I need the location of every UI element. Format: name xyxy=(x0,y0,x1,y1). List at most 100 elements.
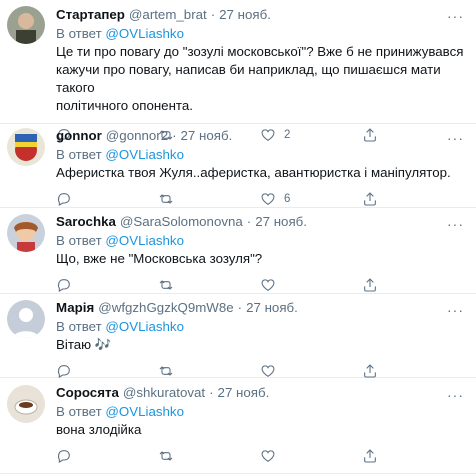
like-count: 6 xyxy=(284,193,291,205)
mention-link[interactable]: @OVLiashko xyxy=(105,404,184,419)
reply-prefix: В ответ xyxy=(56,26,102,41)
heart-icon xyxy=(261,193,275,205)
retweet-button[interactable] xyxy=(158,277,260,293)
avatar[interactable] xyxy=(7,128,45,166)
tweet-header: Марія @wfgzhGgzkQ9mW8e · 27 нояб. xyxy=(56,297,464,317)
more-options-icon[interactable]: ··· xyxy=(447,9,464,23)
timestamp[interactable]: 27 нояб. xyxy=(181,128,233,143)
timestamp[interactable]: 27 нояб. xyxy=(246,300,298,315)
reply-button[interactable] xyxy=(56,363,158,379)
user-handle[interactable]: @wfgzhGgzkQ9mW8e xyxy=(98,300,233,315)
reply-icon xyxy=(57,365,70,378)
heart-icon xyxy=(261,450,275,462)
separator-dot: · xyxy=(237,299,243,315)
like-button[interactable] xyxy=(260,363,362,379)
reply-context: В ответ @OVLiashko xyxy=(56,145,464,164)
avatar[interactable] xyxy=(7,300,45,338)
retweet-icon xyxy=(159,451,173,461)
timestamp[interactable]: 27 нояб. xyxy=(219,7,271,22)
tweet-header: gonnor @gonnor2 · 27 нояб. xyxy=(56,125,464,145)
tweet-text: Вітаю 🎶 xyxy=(56,336,464,354)
tweet-text: Що, вже не "Московська зозуля"? xyxy=(56,250,464,268)
avatar[interactable] xyxy=(7,214,45,252)
share-icon xyxy=(364,278,376,292)
mention-link[interactable]: @OVLiashko xyxy=(105,26,184,41)
reply-button[interactable] xyxy=(56,277,158,293)
tweet-text-line: кажучи про повагу, написав би наприклад,… xyxy=(56,62,441,95)
retweet-button[interactable] xyxy=(158,363,260,379)
display-name[interactable]: Стартапер xyxy=(56,7,125,22)
like-button[interactable] xyxy=(260,277,362,293)
reply-tweet[interactable]: gonnor @gonnor2 · 27 нояб. ··· В ответ @… xyxy=(0,124,476,208)
reply-context: В ответ @OVLiashko xyxy=(56,317,464,336)
user-handle[interactable]: @shkuratovat xyxy=(123,385,205,400)
reply-icon xyxy=(57,193,70,206)
tweet-text-line: Це ти про повагу до "зозулі московської"… xyxy=(56,44,464,59)
tweet-text-line: Вітаю 🎶 xyxy=(56,337,112,352)
retweet-icon xyxy=(159,194,173,204)
heart-icon xyxy=(261,279,275,291)
timestamp[interactable]: 27 нояб. xyxy=(255,214,307,229)
reply-icon xyxy=(57,450,70,463)
reply-context: В ответ @OVLiashko xyxy=(56,24,464,43)
more-options-icon[interactable]: ··· xyxy=(447,388,464,402)
tweet-text-line: Що, вже не "Московська зозуля"? xyxy=(56,251,263,266)
tweet-text-line: Аферистка твоя Жуля..аферистка, авантюри… xyxy=(56,165,451,180)
reply-tweet[interactable]: Соросята @shkuratovat · 27 нояб. ··· В о… xyxy=(0,378,476,474)
retweet-icon xyxy=(159,366,173,376)
reply-tweet[interactable]: Sarochka @SaraSolomonovna · 27 нояб. ···… xyxy=(0,208,476,294)
share-icon xyxy=(364,192,376,206)
replies-feed: Стартапер @artem_brat · 27 нояб. ··· В о… xyxy=(0,0,476,474)
display-name[interactable]: Соросята xyxy=(56,385,119,400)
user-handle[interactable]: @SaraSolomonovna xyxy=(120,214,243,229)
tweet-text: Аферистка твоя Жуля..аферистка, авантюри… xyxy=(56,164,464,182)
display-name[interactable]: gonnor xyxy=(56,128,102,143)
reply-prefix: В ответ xyxy=(56,233,102,248)
timestamp[interactable]: 27 нояб. xyxy=(218,385,270,400)
separator-dot: · xyxy=(210,6,216,22)
tweet-header: Соросята @shkuratovat · 27 нояб. xyxy=(56,382,464,402)
more-options-icon[interactable]: ··· xyxy=(447,303,464,317)
mention-link[interactable]: @OVLiashko xyxy=(105,147,184,162)
user-handle[interactable]: @gonnor2 xyxy=(106,128,168,143)
retweet-button[interactable] xyxy=(158,191,260,207)
like-button[interactable]: 6 xyxy=(260,191,362,207)
reply-tweet[interactable]: Стартапер @artem_brat · 27 нояб. ··· В о… xyxy=(0,0,476,142)
reply-button[interactable] xyxy=(56,191,158,207)
retweet-button[interactable] xyxy=(158,448,260,464)
tweet-actions xyxy=(56,444,464,468)
separator-dot: · xyxy=(209,384,214,400)
separator-dot: · xyxy=(172,127,177,143)
share-button[interactable] xyxy=(362,277,464,293)
reply-context: В ответ @OVLiashko xyxy=(56,402,464,421)
reply-prefix: В ответ xyxy=(56,404,102,419)
avatar[interactable] xyxy=(7,6,45,44)
tweet-text: Це ти про повагу до "зозулі московської"… xyxy=(56,43,464,115)
retweet-icon xyxy=(159,280,173,290)
reply-prefix: В ответ xyxy=(56,319,102,334)
reply-context: В ответ @OVLiashko xyxy=(56,231,464,250)
reply-button[interactable] xyxy=(56,448,158,464)
share-button[interactable] xyxy=(362,363,464,379)
tweet-text-line: вона злодійка xyxy=(56,422,142,437)
display-name[interactable]: Марія xyxy=(56,300,94,315)
tweet-text-line: політичного опонента. xyxy=(56,98,193,113)
share-icon xyxy=(364,364,376,378)
avatar[interactable] xyxy=(7,385,45,423)
like-button[interactable] xyxy=(260,448,362,464)
share-button[interactable] xyxy=(362,448,464,464)
share-button[interactable] xyxy=(362,191,464,207)
tweet-text: вона злодійка xyxy=(56,421,464,439)
user-handle[interactable]: @artem_brat xyxy=(129,7,207,22)
more-options-icon[interactable]: ··· xyxy=(447,131,464,145)
share-icon xyxy=(364,449,376,463)
display-name[interactable]: Sarochka xyxy=(56,214,116,229)
heart-icon xyxy=(261,365,275,377)
tweet-header: Стартапер @artem_brat · 27 нояб. xyxy=(56,4,464,24)
reply-tweet[interactable]: Марія @wfgzhGgzkQ9mW8e · 27 нояб. ··· В … xyxy=(0,294,476,378)
reply-prefix: В ответ xyxy=(56,147,102,162)
more-options-icon[interactable]: ··· xyxy=(447,217,464,231)
separator-dot: · xyxy=(246,213,252,229)
mention-link[interactable]: @OVLiashko xyxy=(105,233,184,248)
mention-link[interactable]: @OVLiashko xyxy=(105,319,184,334)
